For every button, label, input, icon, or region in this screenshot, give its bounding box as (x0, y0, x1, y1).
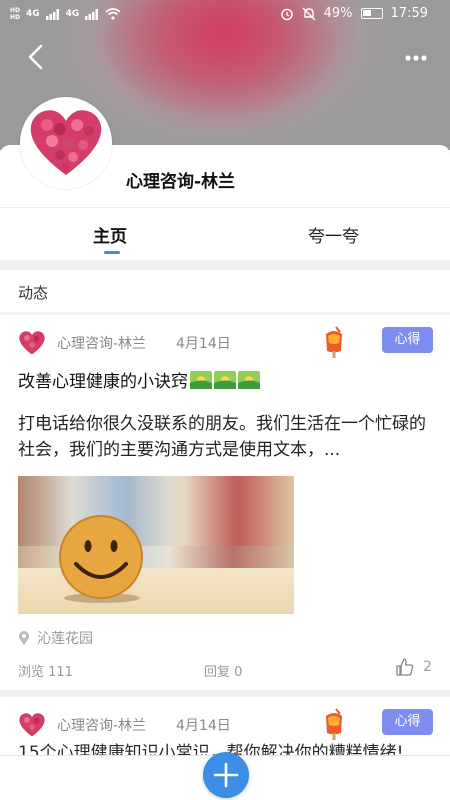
sunrise-emoji-icon (238, 370, 260, 389)
profile-avatar[interactable] (20, 97, 112, 189)
hot-popsicle-icon (320, 325, 348, 359)
profile-tabs: 主页 夸一夸 (0, 207, 450, 260)
mute-bell-icon (302, 7, 316, 20)
post-category-tag[interactable]: 心得 (382, 709, 433, 735)
tab-praise[interactable]: 夸一夸 (308, 222, 359, 247)
sunrise-emoji-icon (190, 370, 212, 389)
post-image[interactable] (18, 476, 294, 614)
more-button[interactable] (402, 45, 432, 71)
reply-count[interactable]: 回复 0 (204, 661, 242, 680)
hd-tag-2: HD (10, 14, 21, 21)
location-pin-icon (19, 631, 29, 645)
post-avatar[interactable] (18, 711, 46, 739)
add-post-button[interactable] (203, 752, 249, 798)
signal-bars-icon (45, 8, 59, 20)
signal-2: 4G (65, 9, 80, 19)
heart-avatar-icon (30, 110, 102, 175)
hot-popsicle-icon (320, 707, 348, 741)
clock: 17:59 (390, 6, 428, 21)
post-card[interactable]: 心理咨询-林兰 4月14日 心得 改善心理健康的小诀窍 打电话给你很久没联系的朋… (0, 315, 450, 690)
status-right: 49% 17:59 (280, 6, 428, 21)
section-header: 动态 (0, 270, 450, 312)
tab-home[interactable]: 主页 (93, 222, 127, 247)
sunrise-emoji-icon (214, 370, 236, 389)
battery-percent: 49% (323, 6, 353, 21)
hd-tag-1: HD (10, 7, 21, 14)
status-bar: HD HD 4G 4G 49% 17:59 (0, 0, 450, 30)
post-title-text: 改善心理健康的小诀窍 (18, 372, 188, 392)
signal-bars-icon-2 (85, 8, 99, 20)
post-avatar[interactable] (18, 329, 46, 357)
post-category-tag[interactable]: 心得 (382, 327, 433, 353)
back-arrow-icon (28, 44, 43, 70)
post-body: 打电话给你很久没联系的朋友。我们生活在一个忙碌的社会，我们的主要沟通方式是使用文… (18, 414, 426, 460)
plus-icon (213, 762, 239, 788)
profile-name: 心理咨询-林兰 (126, 172, 236, 192)
like-button[interactable]: 2 (395, 657, 432, 677)
post-author: 心理咨询-林兰 (57, 336, 147, 352)
thumbs-up-icon (396, 658, 414, 676)
battery-level (362, 10, 371, 16)
heart-avatar-icon (19, 331, 45, 355)
post-title: 改善心理健康的小诀窍 (18, 367, 260, 392)
post-date: 4月14日 (176, 718, 231, 734)
section-title: 动态 (18, 284, 49, 302)
post-author: 心理咨询-林兰 (57, 718, 147, 734)
network-tags: HD HD (10, 7, 20, 21)
signal-1: 4G (26, 9, 40, 19)
back-button[interactable] (22, 42, 52, 72)
alarm-icon (280, 8, 293, 20)
like-count: 2 (423, 659, 432, 675)
active-tab-indicator (104, 251, 120, 254)
view-count: 浏览 111 (18, 665, 73, 680)
smiley-face-icon (59, 515, 143, 603)
post-location[interactable]: 沁莲花园 (18, 628, 93, 648)
location-name: 沁莲花园 (37, 631, 93, 647)
heart-avatar-icon (19, 713, 45, 737)
battery-icon (360, 8, 383, 19)
wifi-icon (105, 8, 121, 20)
status-left: HD HD 4G 4G (10, 7, 121, 21)
post-date: 4月14日 (176, 336, 231, 352)
more-dots-icon (405, 55, 427, 61)
